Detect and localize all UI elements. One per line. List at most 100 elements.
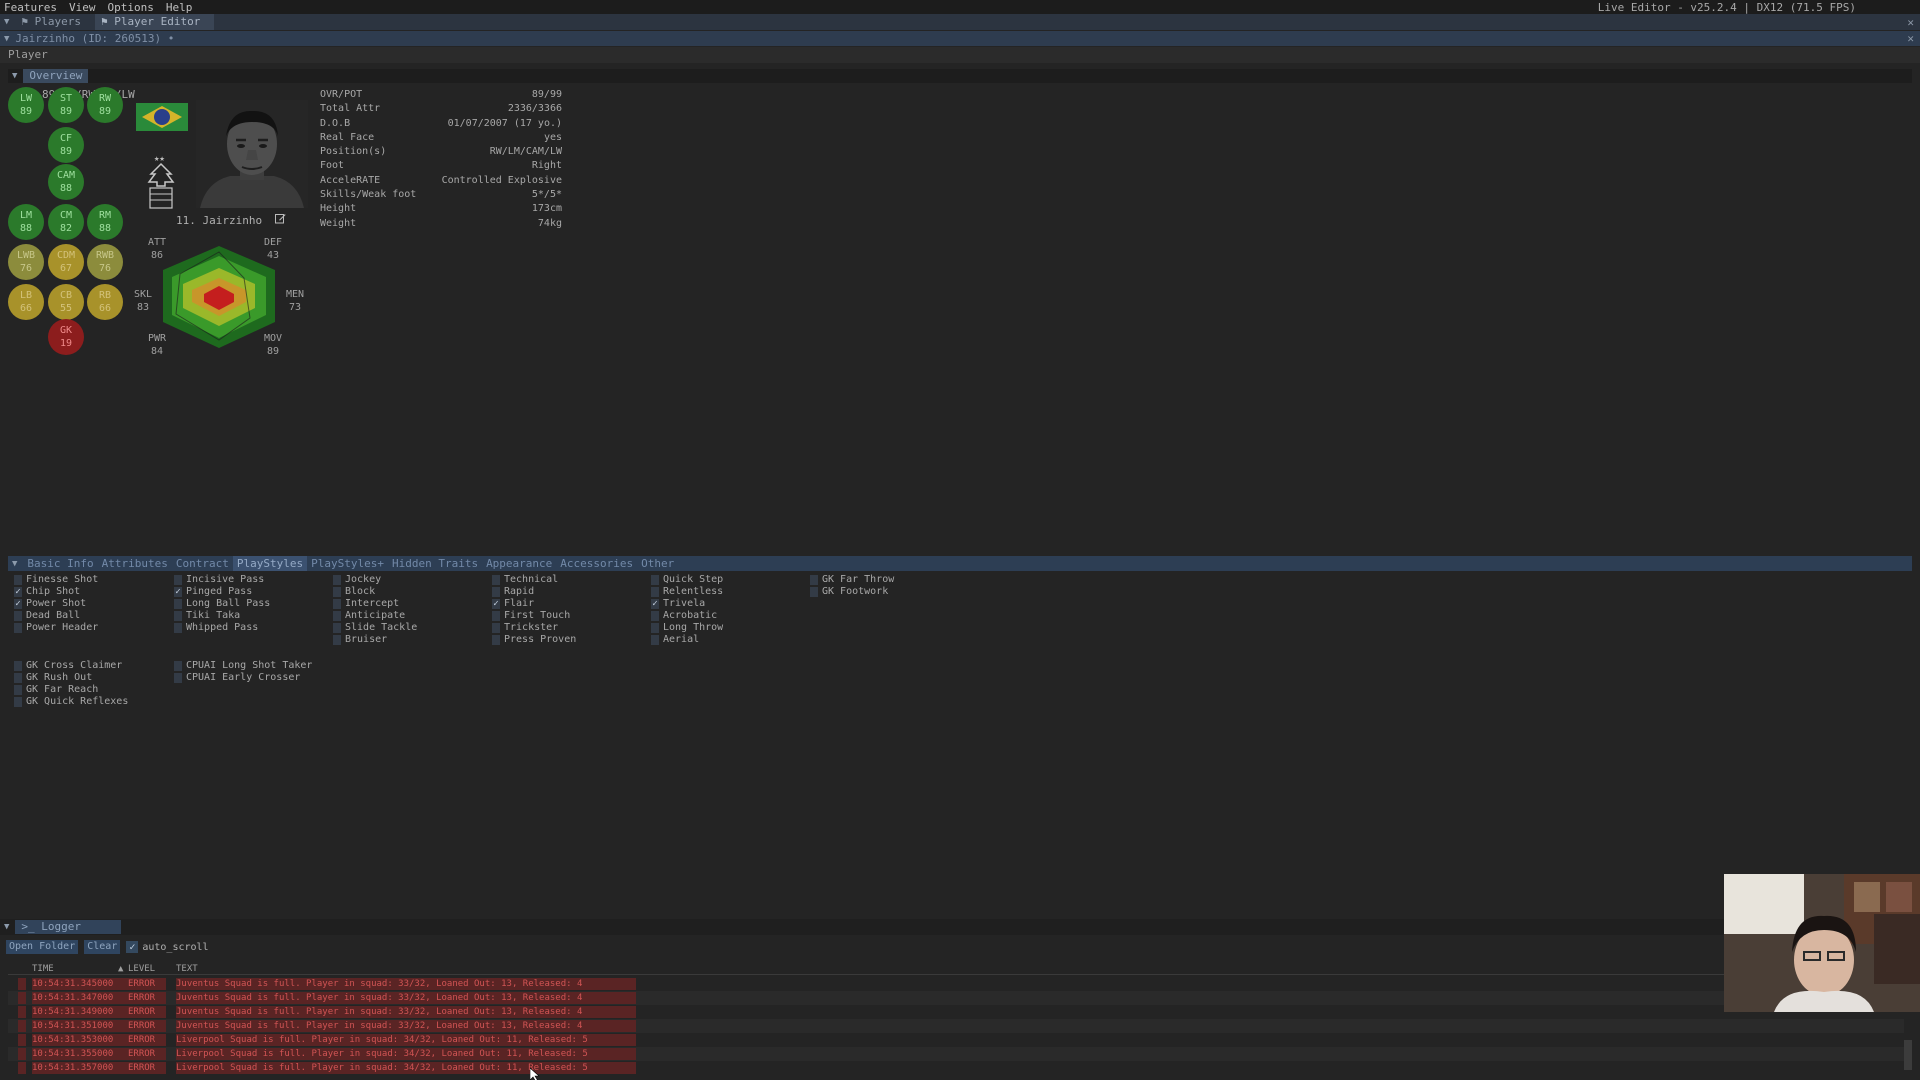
tab-players[interactable]: ⚑ Players bbox=[15, 14, 95, 30]
checkbox-box bbox=[651, 575, 659, 585]
position-cam[interactable]: CAM 88 bbox=[48, 164, 84, 200]
position-gk[interactable]: GK 19 bbox=[48, 319, 84, 355]
playstyle-checkbox[interactable]: Aerial bbox=[651, 634, 723, 646]
log-row[interactable]: 10:54:31.353000 ERROR Liverpool Squad is f… bbox=[8, 1033, 1904, 1047]
position-lwb[interactable]: LWB 76 bbox=[8, 244, 44, 280]
position-cb[interactable]: CB 55 bbox=[48, 284, 84, 320]
tab-basic-info[interactable]: Basic Info bbox=[23, 556, 97, 571]
position-rwb[interactable]: RWB 76 bbox=[87, 244, 123, 280]
log-text: Liverpool Squad is full. Player in squad… bbox=[176, 1048, 636, 1060]
playstyle-checkbox[interactable]: ✓ Pinged Pass bbox=[174, 586, 270, 598]
menu-options[interactable]: Options bbox=[107, 1, 153, 14]
playstyle-checkbox[interactable]: Whipped Pass bbox=[174, 622, 270, 634]
log-row[interactable]: 10:54:31.351000 ERROR Juventus Squad is fu… bbox=[8, 1019, 1904, 1033]
tab-overview[interactable]: Overview bbox=[23, 69, 89, 83]
playstyle-checkbox[interactable]: Anticipate bbox=[333, 610, 417, 622]
log-row[interactable]: 10:54:31.357000 ERROR Liverpool Squad is f… bbox=[8, 1061, 1904, 1075]
tab-playstyles-[interactable]: PlayStyles+ bbox=[307, 556, 388, 571]
playstyle-checkbox[interactable]: Jockey bbox=[333, 574, 417, 586]
playstyle-checkbox[interactable]: Block bbox=[333, 586, 417, 598]
col-text[interactable]: TEXT bbox=[176, 964, 198, 974]
playstyle-checkbox[interactable]: ✓ Trivela bbox=[651, 598, 723, 610]
close-icon[interactable]: ✕ bbox=[1907, 16, 1914, 29]
open-folder-button[interactable]: Open Folder bbox=[6, 940, 79, 954]
playstyle-checkbox[interactable]: Slide Tackle bbox=[333, 622, 417, 634]
tab-hidden-traits[interactable]: Hidden Traits bbox=[388, 556, 482, 571]
menu-view[interactable]: View bbox=[69, 1, 96, 14]
playstyle-checkbox[interactable]: Dead Ball bbox=[14, 610, 98, 622]
collapse-icon[interactable]: ▼ bbox=[4, 922, 9, 932]
menu-features[interactable]: Features bbox=[4, 1, 57, 14]
playstyle-checkbox[interactable]: Rapid bbox=[492, 586, 576, 598]
playstyle-checkbox[interactable]: ✓ Chip Shot bbox=[14, 586, 98, 598]
tab-logger[interactable]: >_ Logger bbox=[15, 920, 122, 934]
playstyle-checkbox[interactable]: Long Ball Pass bbox=[174, 598, 270, 610]
playstyle-checkbox[interactable]: GK Far Reach bbox=[14, 684, 128, 696]
collapse-icon[interactable]: ▼ bbox=[12, 559, 17, 569]
position-cm[interactable]: CM 82 bbox=[48, 204, 84, 240]
position-rb[interactable]: RB 66 bbox=[87, 284, 123, 320]
position-rw[interactable]: RW 89 bbox=[87, 87, 123, 123]
playstyle-column: Incisive Pass ✓ Pinged Pass Long Ball Pass T… bbox=[174, 574, 270, 634]
playstyle-checkbox[interactable]: Quick Step bbox=[651, 574, 723, 586]
tab-accessories[interactable]: Accessories bbox=[556, 556, 637, 571]
playstyle-checkbox[interactable]: GK Rush Out bbox=[14, 672, 128, 684]
log-row[interactable]: 10:54:31.345000 ERROR Juventus Squad is fu… bbox=[8, 977, 1904, 991]
playstyle-checkbox[interactable]: Incisive Pass bbox=[174, 574, 270, 586]
position-lm[interactable]: LM 88 bbox=[8, 204, 44, 240]
mouse-cursor-icon bbox=[530, 1068, 540, 1080]
position-cdm[interactable]: CDM 67 bbox=[48, 244, 84, 280]
position-lw[interactable]: LW 89 bbox=[8, 87, 44, 123]
clear-button[interactable]: Clear bbox=[84, 940, 121, 954]
log-row[interactable]: 10:54:31.347000 ERROR Juventus Squad is fu… bbox=[8, 991, 1904, 1005]
playstyle-checkbox[interactable]: First Touch bbox=[492, 610, 576, 622]
position-cf[interactable]: CF 89 bbox=[48, 127, 84, 163]
auto-scroll-checkbox[interactable]: ✓ auto_scroll bbox=[126, 941, 209, 953]
playstyle-checkbox[interactable]: Tiki Taka bbox=[174, 610, 270, 622]
tab-other[interactable]: Other bbox=[637, 556, 678, 571]
playstyle-checkbox[interactable]: Press Proven bbox=[492, 634, 576, 646]
position-lb[interactable]: LB 66 bbox=[8, 284, 44, 320]
playstyle-checkbox[interactable]: CPUAI Early Crosser bbox=[174, 672, 312, 684]
log-row[interactable]: 10:54:31.355000 ERROR Liverpool Squad is f… bbox=[8, 1047, 1904, 1061]
logger-header: ▼ >_ Logger bbox=[0, 919, 1724, 935]
svg-text:★★: ★★ bbox=[154, 154, 165, 164]
position-st[interactable]: ST 89 bbox=[48, 87, 84, 123]
playstyle-checkbox[interactable]: Long Throw bbox=[651, 622, 723, 634]
playstyle-checkbox[interactable]: CPUAI Long Shot Taker bbox=[174, 660, 312, 672]
tab-contract[interactable]: Contract bbox=[172, 556, 233, 571]
tab-player-editor[interactable]: ⚑ Player Editor bbox=[95, 14, 215, 30]
collapse-icon[interactable]: ▼ bbox=[4, 34, 9, 44]
tab-attributes[interactable]: Attributes bbox=[98, 556, 172, 571]
playstyle-checkbox[interactable]: Trickster bbox=[492, 622, 576, 634]
log-row[interactable]: 10:54:31.349000 ERROR Juventus Squad is fu… bbox=[8, 1005, 1904, 1019]
tab-playstyles[interactable]: PlayStyles bbox=[232, 556, 308, 571]
playstyle-checkbox[interactable]: Finesse Shot bbox=[14, 574, 98, 586]
playstyle-checkbox[interactable]: Technical bbox=[492, 574, 576, 586]
playstyle-checkbox[interactable]: ✓ Power Shot bbox=[14, 598, 98, 610]
close-icon[interactable]: ✕ bbox=[1907, 32, 1914, 45]
playstyle-checkbox[interactable]: GK Far Throw bbox=[810, 574, 894, 586]
playstyle-checkbox[interactable]: Power Header bbox=[14, 622, 98, 634]
position-rm[interactable]: RM 88 bbox=[87, 204, 123, 240]
tab-appearance[interactable]: Appearance bbox=[482, 556, 556, 571]
log-scrollbar[interactable] bbox=[1904, 1040, 1912, 1070]
log-text: Liverpool Squad is full. Player in squad… bbox=[176, 1062, 636, 1074]
col-level[interactable]: LEVEL bbox=[128, 964, 155, 974]
playstyle-checkbox[interactable]: ✓ Flair bbox=[492, 598, 576, 610]
col-time[interactable]: TIME bbox=[32, 964, 54, 974]
menu-help[interactable]: Help bbox=[166, 1, 193, 14]
playstyle-checkbox[interactable]: Relentless bbox=[651, 586, 723, 598]
playstyle-checkbox[interactable]: Bruiser bbox=[333, 634, 417, 646]
playstyle-checkbox[interactable]: Intercept bbox=[333, 598, 417, 610]
info-label: Skills/Weak foot bbox=[320, 189, 417, 201]
log-text: Liverpool Squad is full. Player in squad… bbox=[176, 1034, 636, 1046]
playstyle-checkbox[interactable]: GK Quick Reflexes bbox=[14, 696, 128, 708]
collapse-icon[interactable]: ▼ bbox=[12, 71, 17, 81]
playstyle-checkbox[interactable]: GK Footwork bbox=[810, 586, 894, 598]
collapse-icon[interactable]: ▼ bbox=[4, 17, 9, 27]
edit-icon[interactable] bbox=[274, 213, 286, 224]
playstyle-checkbox[interactable]: GK Cross Claimer bbox=[14, 660, 128, 672]
playstyle-checkbox[interactable]: Acrobatic bbox=[651, 610, 723, 622]
check-icon: ✓ bbox=[174, 587, 182, 597]
